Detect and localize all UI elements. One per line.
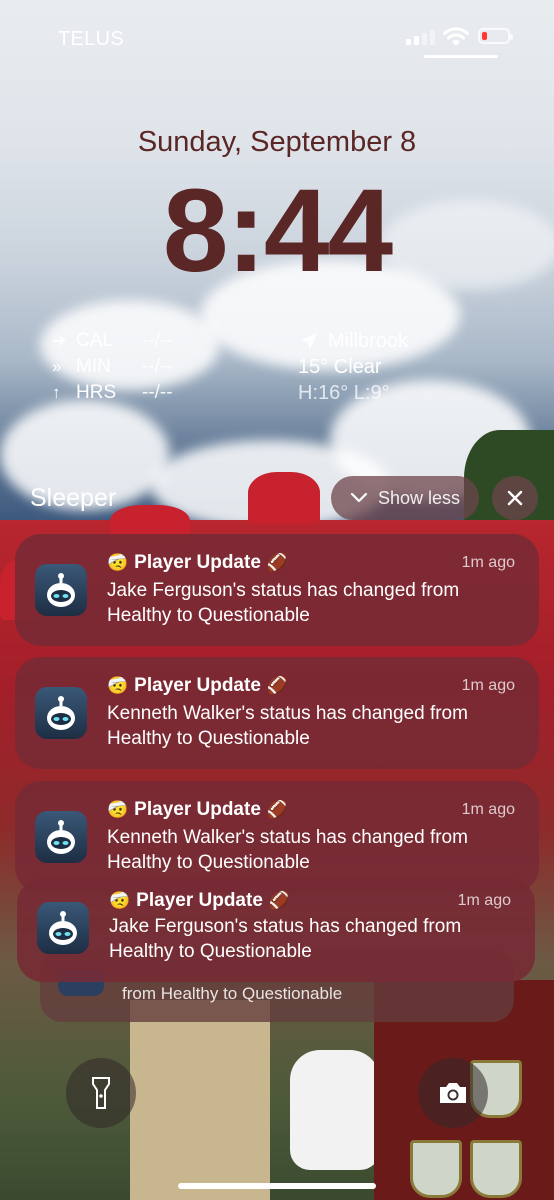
notification-body: Kenneth Walker's status has changed from… [107,703,468,749]
notification-body: from Healthy to Questionable [122,984,343,1003]
notification-card[interactable]: 🤕 Player Update 🏈 1m ago Jake Ferguson's… [15,534,539,646]
arrow-up-icon: ↑ [52,383,61,402]
notification-time: 1m ago [461,554,515,571]
sleeper-app-icon [35,811,87,863]
notification-title: 🤕 Player Update 🏈 [107,552,289,573]
fitness-value: --/-- [142,382,173,403]
fitness-row-cal: ➔ CAL --/-- [52,328,173,354]
flashlight-icon [92,1077,110,1109]
notification-time: 1m ago [457,892,511,909]
football-icon: 🏈 [266,676,289,695]
close-icon [507,490,523,506]
notification-card[interactable]: 🤕 Player Update 🏈 1m ago Kenneth Walker'… [15,657,539,769]
camera-button[interactable] [418,1058,488,1128]
notification-time: 1m ago [461,677,515,694]
sleeper-app-icon [35,564,87,616]
wifi-icon [443,27,469,46]
camera-icon [440,1083,466,1103]
weather-widget[interactable]: Millbrook 15° Clear H:16° L:9° [298,328,408,406]
fitness-widget[interactable]: ➔ CAL --/-- » MIN --/-- ↑ HRS --/-- [52,328,173,406]
notification-group-title: Sleeper [30,484,117,512]
notification-time: 1m ago [461,801,515,818]
worried-face-icon: 🤕 [109,891,131,910]
notification-title: 🤕 Player Update 🏈 [107,675,289,696]
carrier-name: TELUS [58,28,124,50]
battery-icon [478,28,513,44]
chevron-down-icon [350,492,368,503]
status-bar: TELUS [0,0,554,60]
football-icon: 🏈 [266,553,289,572]
status-underline [424,55,498,58]
notification-body: Kenneth Walker's status has changed from… [107,827,468,873]
flashlight-button[interactable] [66,1058,136,1128]
notification-title: 🤕 Player Update 🏈 [107,799,289,820]
clear-notifications-button[interactable] [492,476,538,520]
lock-date: Sunday, September 8 [137,126,417,158]
fitness-row-hrs: ↑ HRS --/-- [52,380,173,406]
worried-face-icon: 🤕 [107,800,129,819]
location-arrow-icon [301,333,317,349]
fitness-row-min: » MIN --/-- [52,354,173,380]
show-less-button[interactable]: Show less [331,476,479,520]
fitness-value: --/-- [142,356,173,377]
notification-title: 🤕 Player Update 🏈 [109,890,291,911]
football-icon: 🏈 [268,891,291,910]
fitness-label: CAL [76,330,113,351]
worried-face-icon: 🤕 [107,553,129,572]
notification-card[interactable]: 🤕 Player Update 🏈 1m ago Jake Ferguson's… [17,878,535,982]
arrow-right-icon: ➔ [52,331,67,350]
sleeper-app-icon [35,687,87,739]
notification-card[interactable]: 🤕 Player Update 🏈 1m ago Kenneth Walker'… [15,781,539,893]
fitness-label: MIN [76,356,111,377]
fitness-value: --/-- [142,330,173,351]
notification-body: Jake Ferguson's status has changed from … [109,916,462,962]
notification-body: Jake Ferguson's status has changed from … [107,580,460,626]
lock-time[interactable]: 8:44 [0,172,554,290]
worried-face-icon: 🤕 [107,676,129,695]
double-arrow-right-icon: » [52,357,62,376]
weather-high-low: H:16° L:9° [298,381,390,404]
cellular-signal-icon [406,30,435,45]
fitness-label: HRS [76,382,117,403]
weather-location-row: Millbrook [298,328,408,354]
home-indicator[interactable] [178,1183,376,1189]
sleeper-app-icon [37,902,89,954]
football-icon: 🏈 [266,800,289,819]
weather-condition: 15° Clear [298,355,382,378]
weather-location: Millbrook [328,329,409,352]
show-less-label: Show less [377,487,461,508]
